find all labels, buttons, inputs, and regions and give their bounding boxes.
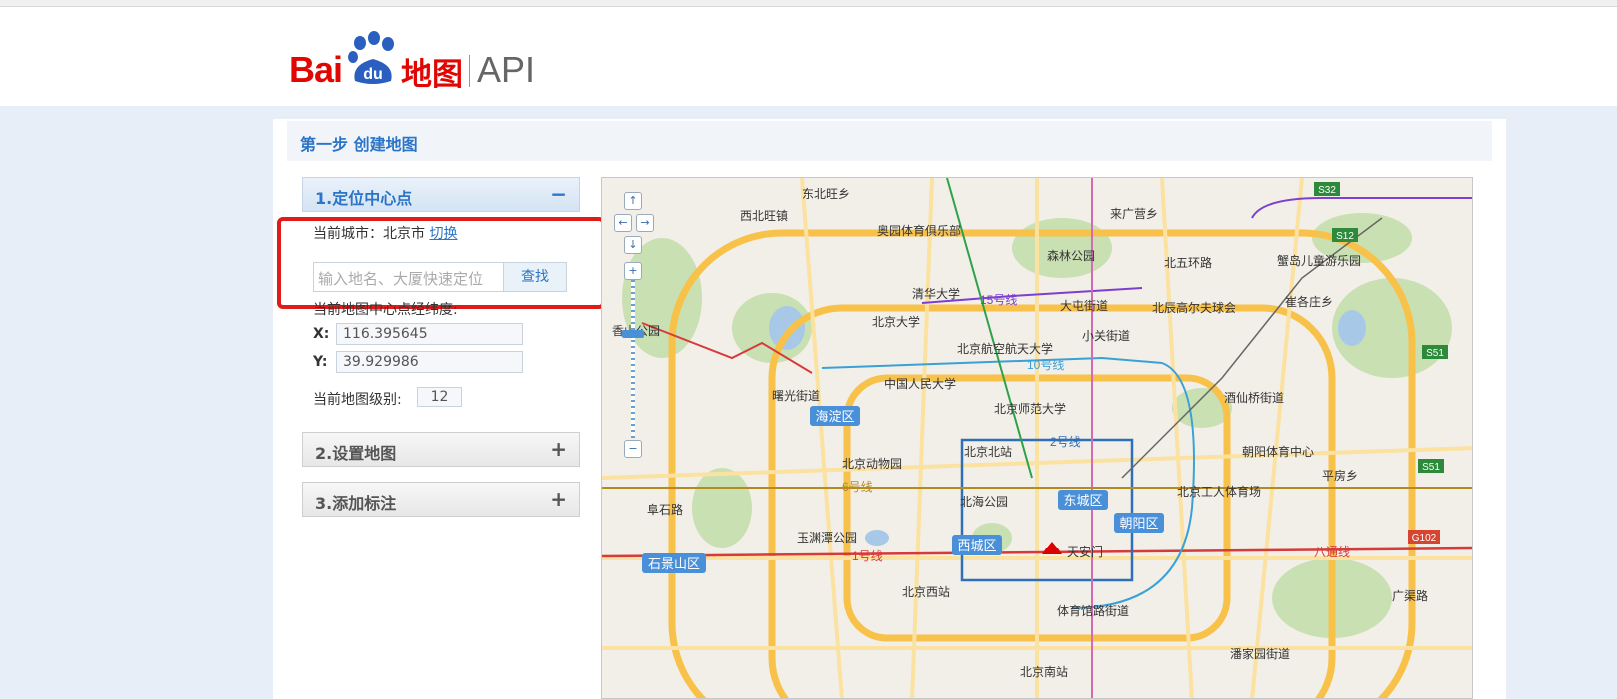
svg-text:北京航空航天大学: 北京航空航天大学 xyxy=(957,341,1053,356)
logo-separator xyxy=(469,55,470,87)
section-locate-title: 1.定位中心点 xyxy=(315,189,413,208)
section-set-map[interactable]: 2.设置地图 + xyxy=(302,432,580,467)
pan-right-icon[interactable]: → xyxy=(636,214,654,232)
svg-text:北五环路: 北五环路 xyxy=(1164,255,1212,270)
pan-up-icon[interactable]: ↑ xyxy=(624,192,642,210)
y-label: Y: xyxy=(313,354,328,370)
district-label: 石景山区 xyxy=(648,556,700,571)
svg-text:北京动物园: 北京动物园 xyxy=(842,457,902,471)
svg-text:北京西站: 北京西站 xyxy=(902,585,950,599)
logo-ditu: 地图 xyxy=(401,57,463,93)
line-4 xyxy=(946,178,1033,479)
district-label: 东城区 xyxy=(1063,493,1102,508)
svg-text:10号线: 10号线 xyxy=(1027,358,1064,372)
line-10-north xyxy=(821,356,1163,369)
svg-text:蟹岛儿童游乐园: 蟹岛儿童游乐园 xyxy=(1277,253,1361,268)
svg-text:S51: S51 xyxy=(1422,462,1440,473)
zoom-slider-track[interactable] xyxy=(631,280,635,438)
svg-text:15号线: 15号线 xyxy=(980,293,1017,307)
svg-text:崔各庄乡: 崔各庄乡 xyxy=(1285,294,1333,309)
browser-top-strip xyxy=(0,0,1617,7)
svg-text:北京北站: 北京北站 xyxy=(964,445,1012,459)
logo-du: du xyxy=(363,66,383,83)
svg-text:北海公园: 北海公园 xyxy=(960,494,1008,509)
svg-text:阜石路: 阜石路 xyxy=(647,502,683,517)
svg-text:2号线: 2号线 xyxy=(1050,435,1081,449)
tiananmen-icon xyxy=(1042,542,1062,554)
district-label: 海淀区 xyxy=(815,409,854,424)
logo-api: API xyxy=(477,49,536,90)
latitude-field[interactable]: 39.929986 xyxy=(336,351,523,373)
svg-text:北京南站: 北京南站 xyxy=(1020,664,1068,679)
svg-text:北京师范大学: 北京师范大学 xyxy=(994,401,1066,416)
svg-text:西北旺镇: 西北旺镇 xyxy=(740,209,788,223)
zoom-in-icon[interactable]: + xyxy=(624,262,642,280)
svg-text:奥园体育俱乐部: 奥园体育俱乐部 xyxy=(877,223,961,238)
zoom-level-label: 当前地图级别: xyxy=(313,392,402,408)
svg-text:东北旺乡: 东北旺乡 xyxy=(802,187,850,201)
map-graphics: 海淀区 东城区 朝阳区 西城区 石景山区 东北旺乡 西北旺镇 奥园体育俱乐部 来… xyxy=(602,178,1472,698)
svg-text:酒仙桥街道: 酒仙桥街道 xyxy=(1224,391,1284,405)
section-locate-center[interactable]: 1.定位中心点 − xyxy=(302,177,580,212)
svg-text:曙光街道: 曙光街道 xyxy=(772,389,820,403)
svg-text:森林公园: 森林公园 xyxy=(1047,248,1095,263)
svg-text:6号线: 6号线 xyxy=(842,480,873,494)
expand-icon[interactable]: + xyxy=(550,437,567,461)
create-map-panel: 第一步 创建地图 1.定位中心点 − 当前城市：北京市 切换 输入地名、大厦快速… xyxy=(273,119,1506,699)
svg-text:平房乡: 平房乡 xyxy=(1322,468,1358,483)
svg-text:中国人民大学: 中国人民大学 xyxy=(884,376,956,391)
district-label: 朝阳区 xyxy=(1119,516,1158,531)
section-add-marker[interactable]: 3.添加标注 + xyxy=(302,482,580,517)
svg-text:小关街道: 小关街道 xyxy=(1082,329,1130,343)
zoom-slider-handle[interactable] xyxy=(622,330,644,338)
pan-left-icon[interactable]: ← xyxy=(614,214,632,232)
svg-text:S12: S12 xyxy=(1336,231,1354,242)
svg-text:潘家园街道: 潘家园街道 xyxy=(1230,646,1290,661)
center-coords-label: 当前地图中心点经纬度: xyxy=(313,302,458,318)
x-label: X: xyxy=(313,326,330,342)
svg-text:天安门: 天安门 xyxy=(1067,544,1103,559)
paw-icon: du xyxy=(348,31,394,84)
page-header: Bai du 地图 API xyxy=(0,7,1617,106)
svg-text:玉渊潭公园: 玉渊潭公园 xyxy=(797,531,857,545)
svg-text:清华大学: 清华大学 xyxy=(912,286,960,301)
zoom-level-field[interactable]: 12 xyxy=(417,387,462,407)
svg-text:S32: S32 xyxy=(1318,185,1336,196)
svg-text:大屯街道: 大屯街道 xyxy=(1060,299,1108,313)
svg-text:广渠路: 广渠路 xyxy=(1392,588,1428,603)
svg-text:1号线: 1号线 xyxy=(852,549,883,563)
logo-bai: Bai xyxy=(289,49,343,90)
section-add-marker-title: 3.添加标注 xyxy=(315,494,397,513)
zoom-out-icon[interactable]: − xyxy=(624,440,642,458)
svg-text:S51: S51 xyxy=(1426,348,1444,359)
svg-text:体育馆路街道: 体育馆路街道 xyxy=(1057,603,1129,618)
step-title: 第一步 创建地图 xyxy=(300,135,418,154)
svg-text:朝阳体育中心: 朝阳体育中心 xyxy=(1242,444,1314,459)
longitude-field[interactable]: 116.395645 xyxy=(336,323,523,345)
svg-text:北辰高尔夫球会: 北辰高尔夫球会 xyxy=(1152,300,1236,315)
svg-text:G102: G102 xyxy=(1412,533,1437,544)
expand-icon[interactable]: + xyxy=(550,487,567,511)
step-bar: 第一步 创建地图 xyxy=(287,121,1492,161)
svg-text:八通线: 八通线 xyxy=(1314,545,1350,559)
section-set-map-title: 2.设置地图 xyxy=(315,444,397,463)
baidu-map-api-logo[interactable]: Bai du 地图 API xyxy=(289,31,549,93)
svg-text:来广营乡: 来广营乡 xyxy=(1110,207,1158,221)
district-label: 西城区 xyxy=(957,538,996,553)
collapse-icon[interactable]: − xyxy=(550,182,567,206)
svg-text:北京大学: 北京大学 xyxy=(872,314,920,329)
svg-text:北京工人体育场: 北京工人体育场 xyxy=(1177,484,1261,499)
pan-down-icon[interactable]: ↓ xyxy=(624,236,642,254)
map-canvas[interactable]: 海淀区 东城区 朝阳区 西城区 石景山区 东北旺乡 西北旺镇 奥园体育俱乐部 来… xyxy=(601,177,1473,699)
highlight-frame xyxy=(277,217,605,309)
